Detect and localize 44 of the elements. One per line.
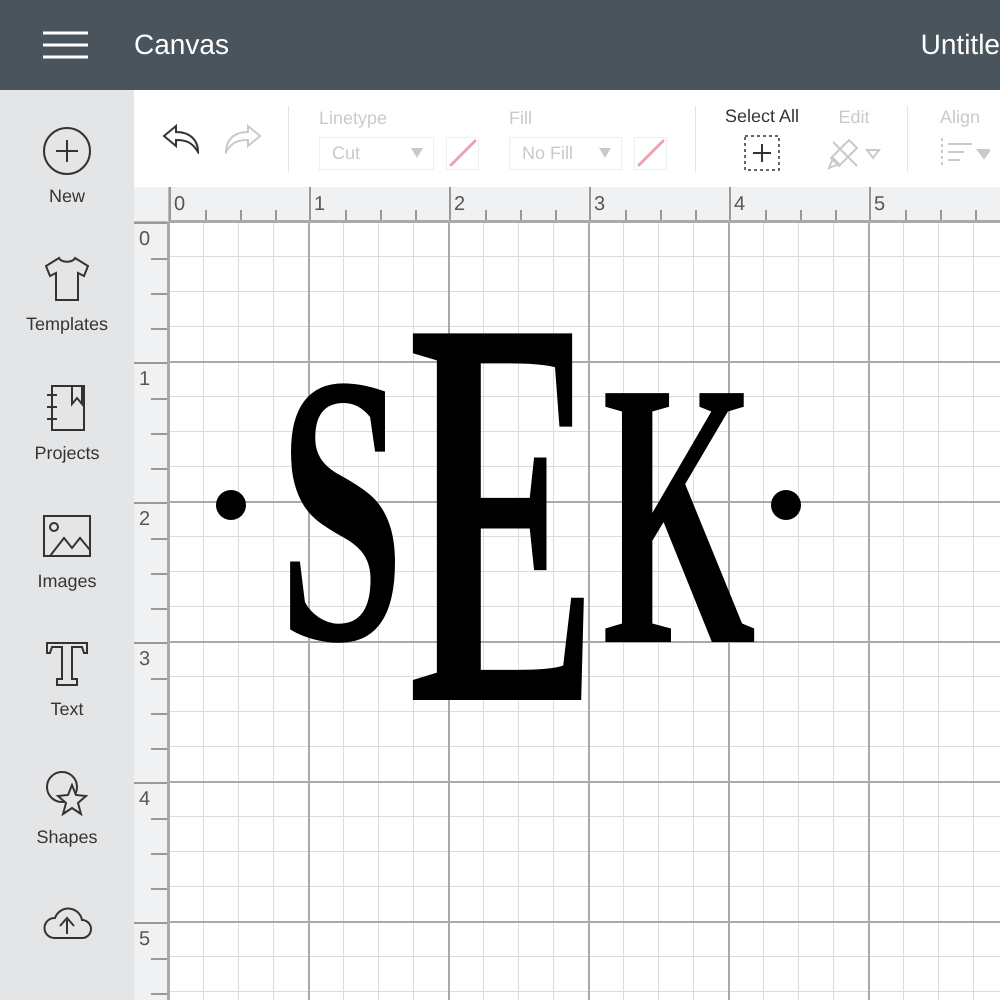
color-swatch[interactable]	[634, 136, 667, 170]
ruler-label: 5	[874, 193, 886, 216]
ornament-dot[interactable]	[216, 490, 246, 520]
monogram-letter[interactable]: K	[602, 386, 756, 644]
undo-button[interactable]	[162, 124, 200, 154]
align-label: Align	[940, 107, 980, 128]
color-swatch[interactable]	[446, 136, 479, 170]
no-color-icon	[636, 139, 664, 167]
sidebar-item[interactable]: Templates	[26, 254, 108, 359]
ruler-label: 0	[174, 193, 186, 216]
select-all-button[interactable]	[744, 135, 780, 171]
ruler-label: 4	[734, 193, 746, 216]
ruler-label: 2	[139, 508, 150, 531]
sidebar-item[interactable]: Projects	[34, 382, 100, 487]
sidebar-item[interactable]: Text	[42, 639, 92, 744]
ruler-label: 3	[594, 193, 606, 216]
monogram-letter[interactable]: S	[278, 379, 405, 642]
select-all-icon	[744, 135, 780, 171]
field-label: Linetype	[319, 108, 388, 128]
ruler-label: 1	[314, 193, 326, 216]
ruler-label: 4	[139, 788, 150, 811]
redo-icon	[224, 124, 262, 154]
undo-icon	[162, 124, 200, 154]
sidebar-item[interactable]: Shapes	[36, 767, 98, 872]
sidebar-item[interactable]: New	[42, 126, 92, 230]
ruler-label: 5	[139, 928, 150, 951]
caret-icon	[599, 148, 611, 158]
caret-icon	[411, 148, 423, 158]
ruler-label: 1	[139, 368, 150, 391]
select-all-label: Select All	[725, 106, 800, 127]
sidebar-item[interactable]: Images	[37, 510, 97, 616]
project-title[interactable]: Untitle	[920, 29, 1000, 61]
field-label: Fill	[509, 108, 533, 128]
app-title: Canvas	[134, 29, 230, 61]
ruler-label: 2	[454, 193, 466, 216]
ornament-dot[interactable]	[771, 490, 801, 520]
edit-label: Edit	[838, 107, 870, 128]
ruler-label: 3	[139, 648, 150, 671]
menu-icon[interactable]	[43, 31, 88, 59]
monogram-letter[interactable]: E	[408, 322, 598, 703]
ruler-label: 0	[139, 228, 150, 251]
pencil-ruler-icon	[827, 136, 882, 170]
no-color-icon	[448, 139, 476, 167]
plus-circle-icon	[42, 126, 92, 176]
